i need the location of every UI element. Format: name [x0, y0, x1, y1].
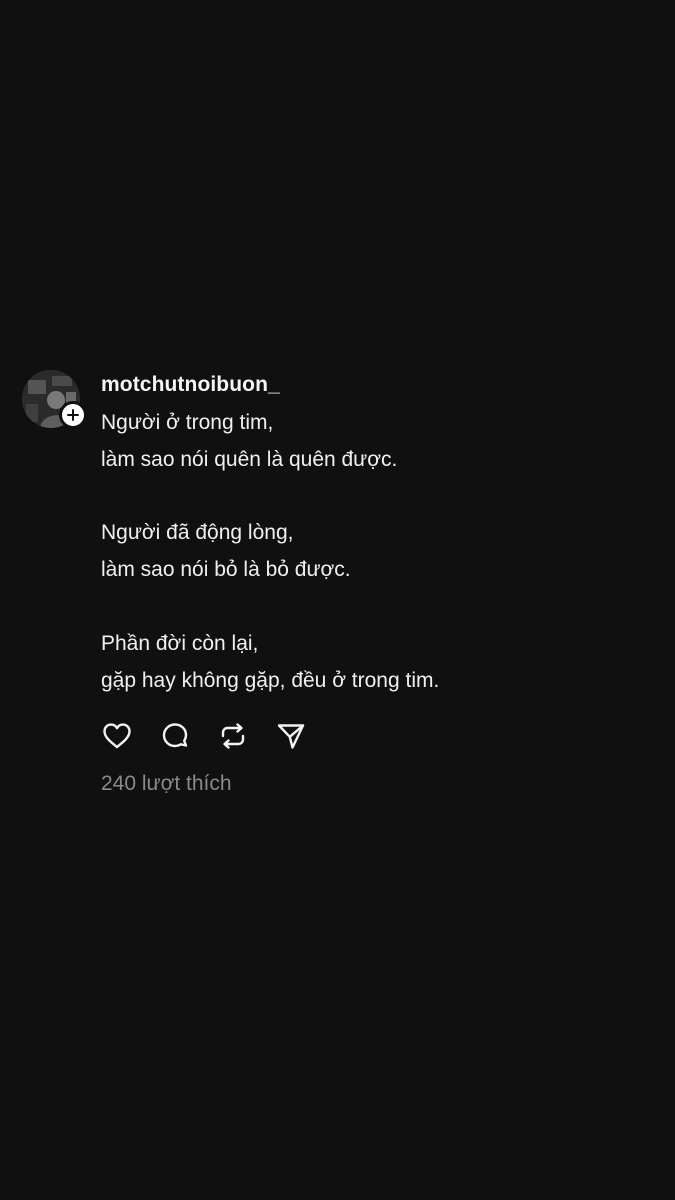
- post-actions: [101, 719, 641, 753]
- avatar-container[interactable]: [22, 370, 87, 430]
- repost-icon: [221, 723, 245, 750]
- post-text-line: Người ở trong tim,: [101, 411, 274, 434]
- like-button[interactable]: [101, 720, 133, 752]
- share-button[interactable]: [275, 720, 307, 752]
- send-icon: [277, 724, 305, 750]
- like-count[interactable]: 240 lượt thích: [101, 769, 641, 799]
- post-content: motchutnoibuon_ Người ở trong tim, làm s…: [101, 370, 641, 799]
- post-text-line: làm sao nói quên là quên được.: [101, 447, 398, 471]
- comment-bubble-icon: [162, 723, 188, 748]
- heart-icon: [103, 723, 131, 749]
- post-text-line: [101, 589, 641, 626]
- post-text-line: Phần đời còn lại,: [101, 631, 259, 655]
- post-text-line: gặp hay không gặp, đều ở trong tim.: [101, 668, 440, 692]
- post-text-line: [101, 479, 641, 516]
- follow-plus-button[interactable]: [59, 401, 87, 429]
- username[interactable]: motchutnoibuon_: [101, 371, 641, 399]
- post-text-line: Người đã động lòng,: [101, 521, 294, 545]
- post-text-line: làm sao nói bỏ là bỏ được.: [101, 558, 351, 582]
- comment-button[interactable]: [159, 720, 191, 752]
- post-text: Người ở trong tim, làm sao nói quên là q…: [101, 405, 641, 699]
- plus-icon: [67, 409, 79, 421]
- repost-button[interactable]: [217, 720, 249, 752]
